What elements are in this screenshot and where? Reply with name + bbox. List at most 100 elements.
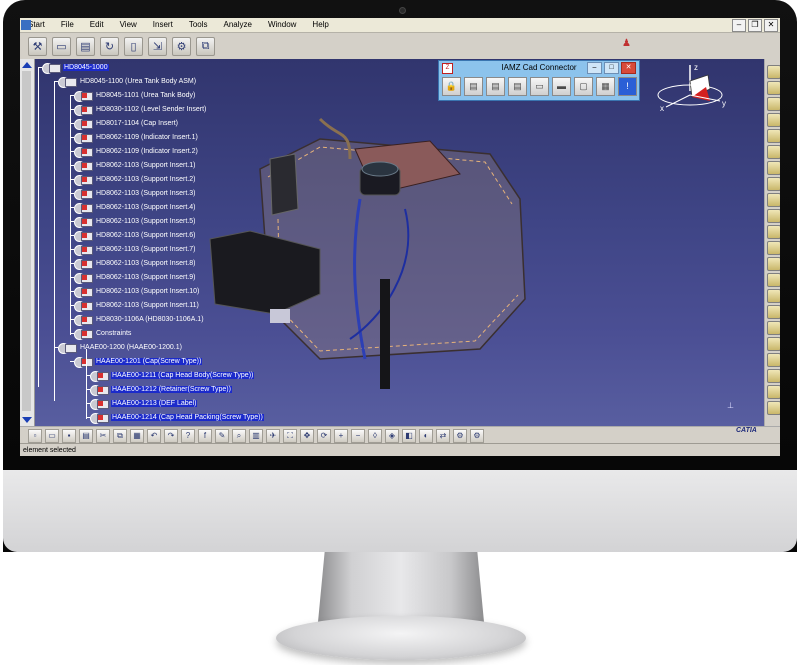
product-icon[interactable]: ⚙ xyxy=(453,428,467,443)
workbench-tool-icon[interactable] xyxy=(767,113,780,127)
menu-analyze[interactable]: Analyze xyxy=(216,18,260,32)
new-icon[interactable]: ▫ xyxy=(28,428,42,443)
tree-node[interactable]: HD8030-1102 (Level Sender Insert) xyxy=(74,103,207,116)
minimize-button[interactable]: – xyxy=(732,19,746,32)
workbench-tool-icon[interactable] xyxy=(767,81,780,95)
workbench-tool-icon[interactable] xyxy=(767,289,780,303)
tree-node[interactable]: HAAE00-1201 (Cap(Screw Type)) xyxy=(74,355,203,368)
workbench-tool-icon[interactable] xyxy=(767,65,780,79)
compass-icon[interactable]: z y x xyxy=(648,61,738,121)
tree-node[interactable]: HD8062-1103 (Support Insert.5) xyxy=(74,215,196,228)
workbench-tool-icon[interactable] xyxy=(767,193,780,207)
tree-icon[interactable]: ⧉ xyxy=(196,36,215,56)
render-style-icon[interactable]: ◧ xyxy=(402,428,416,443)
close-button[interactable]: ✕ xyxy=(764,19,778,32)
tree-node[interactable]: HAAE00-1213 (DEF Label) xyxy=(90,397,198,410)
doc-icon[interactable]: ▤ xyxy=(464,77,483,96)
tree-node[interactable]: HD8062-1103 (Support Insert.3) xyxy=(74,187,196,200)
folder-icon[interactable]: ▭ xyxy=(530,77,549,96)
scroll-down-arrow[interactable] xyxy=(22,417,32,423)
3d-viewport[interactable]: HD8045-1000 HD8045-1100 (Urea Tank Body A… xyxy=(20,59,764,426)
tree-node[interactable]: HD8062-1103 (Support Insert.9) xyxy=(74,271,196,284)
tree-node[interactable]: HD8062-1109 (Indicator Insert.2) xyxy=(74,145,199,158)
menu-edit[interactable]: Edit xyxy=(82,18,112,32)
workbench-tool-icon[interactable] xyxy=(767,273,780,287)
workbench-tool-icon[interactable] xyxy=(767,209,780,223)
workbench-tool-icon[interactable] xyxy=(767,369,780,383)
menu-view[interactable]: View xyxy=(112,18,145,32)
refresh-icon[interactable]: ↻ xyxy=(100,36,119,56)
help-icon[interactable]: ? xyxy=(181,428,195,443)
import-icon[interactable]: ⇲ xyxy=(148,36,167,56)
workbench-tool-icon[interactable] xyxy=(767,177,780,191)
gear-icon[interactable]: ⚙ xyxy=(172,36,191,56)
tree-node[interactable]: HD8062-1109 (Indicator Insert.1) xyxy=(74,131,199,144)
user-status-icon[interactable]: ♟ xyxy=(622,38,631,49)
restore-button[interactable]: ❐ xyxy=(748,19,762,32)
tree-node[interactable]: HAAE00-1212 (Retainer(Screw Type)) xyxy=(90,383,232,396)
tree-node[interactable]: HD8062-1103 (Support Insert.10) xyxy=(74,285,200,298)
workbench-tool-icon[interactable] xyxy=(767,401,780,415)
zoom-out-icon[interactable]: − xyxy=(351,428,365,443)
menu-help[interactable]: Help xyxy=(304,18,336,32)
pan-icon[interactable]: ✥ xyxy=(300,428,314,443)
tree-node[interactable]: HD8045-1101 (Urea Tank Body) xyxy=(74,89,196,102)
grid-icon[interactable]: ▦ xyxy=(596,77,615,96)
comment-icon[interactable]: ✎ xyxy=(215,428,229,443)
connector-maximize-button[interactable]: □ xyxy=(604,62,619,74)
hammer-icon[interactable]: ⚒ xyxy=(28,36,47,56)
assembly-icon[interactable]: ⚙ xyxy=(470,428,484,443)
redo-icon[interactable]: ↷ xyxy=(164,428,178,443)
workbench-tool-icon[interactable] xyxy=(767,353,780,367)
tree-node[interactable]: HD8062-1103 (Support Insert.8) xyxy=(74,257,196,270)
scroll-thumb[interactable] xyxy=(22,71,31,411)
monitor-icon[interactable]: ▤ xyxy=(76,36,95,56)
rotate-icon[interactable]: ⟳ xyxy=(317,428,331,443)
tree-node[interactable]: HAAE00-1200 (HAAE00-1200.1) xyxy=(58,341,183,354)
copy-icon[interactable]: ⧉ xyxy=(113,428,127,443)
tree-node[interactable]: Constraints xyxy=(74,327,132,340)
iso-view-icon[interactable]: ◈ xyxy=(385,428,399,443)
cut-icon[interactable]: ✂ xyxy=(96,428,110,443)
menu-insert[interactable]: Insert xyxy=(145,18,181,32)
doc-icon[interactable]: ▤ xyxy=(508,77,527,96)
search-icon[interactable]: ⌕ xyxy=(232,428,246,443)
tree-node[interactable]: HD8030-1106A (HD8030-1106A.1) xyxy=(74,313,205,326)
connector-minimize-button[interactable]: – xyxy=(587,62,602,74)
swap-icon[interactable]: ⇄ xyxy=(436,428,450,443)
workbench-tool-icon[interactable] xyxy=(767,97,780,111)
workbench-tool-icon[interactable] xyxy=(767,129,780,143)
workbench-tool-icon[interactable] xyxy=(767,385,780,399)
workbench-tool-icon[interactable] xyxy=(767,241,780,255)
tree-node[interactable]: HD8062-1103 (Support Insert.2) xyxy=(74,173,196,186)
folder-icon[interactable]: ▬ xyxy=(552,77,571,96)
scroll-up-arrow[interactable] xyxy=(22,62,32,68)
tree-node[interactable]: HD8062-1103 (Support Insert.4) xyxy=(74,201,196,214)
workbench-tool-icon[interactable] xyxy=(767,161,780,175)
menu-tools[interactable]: Tools xyxy=(181,18,216,32)
print-icon[interactable]: ▤ xyxy=(79,428,93,443)
connector-close-button[interactable]: ✕ xyxy=(621,62,636,74)
menu-file[interactable]: File xyxy=(53,18,82,32)
tree-node[interactable]: HD8017-1104 (Cap Insert) xyxy=(74,117,179,130)
save-icon[interactable]: ▪ xyxy=(62,428,76,443)
doc-icon[interactable]: ▢ xyxy=(574,77,593,96)
info-icon[interactable]: ! xyxy=(618,77,637,96)
fly-icon[interactable]: ✈ xyxy=(266,428,280,443)
workbench-tool-icon[interactable] xyxy=(767,305,780,319)
workbench-tool-icon[interactable] xyxy=(767,257,780,271)
workbench-tool-icon[interactable] xyxy=(767,225,780,239)
tree-node[interactable]: HD8062-1103 (Support Insert.1) xyxy=(74,159,196,172)
paste-icon[interactable]: ▦ xyxy=(130,428,144,443)
formula-icon[interactable]: f xyxy=(198,428,212,443)
fit-all-icon[interactable]: ⛶ xyxy=(283,428,297,443)
doc-icon[interactable]: ▤ xyxy=(486,77,505,96)
tree-node[interactable]: HD8062-1103 (Support Insert.7) xyxy=(74,243,196,256)
tree-scrollbar[interactable] xyxy=(20,59,35,426)
tree-node[interactable]: HD8045-1100 (Urea Tank Body ASM) xyxy=(58,75,197,88)
tree-node[interactable]: HD8062-1103 (Support Insert.6) xyxy=(74,229,196,242)
lock-icon[interactable]: 🔒 xyxy=(442,77,461,96)
tree-root[interactable]: HD8045-1000 xyxy=(42,61,109,74)
zoom-in-icon[interactable]: + xyxy=(334,428,348,443)
tree-node[interactable]: HD8062-1103 (Support Insert.11) xyxy=(74,299,200,312)
